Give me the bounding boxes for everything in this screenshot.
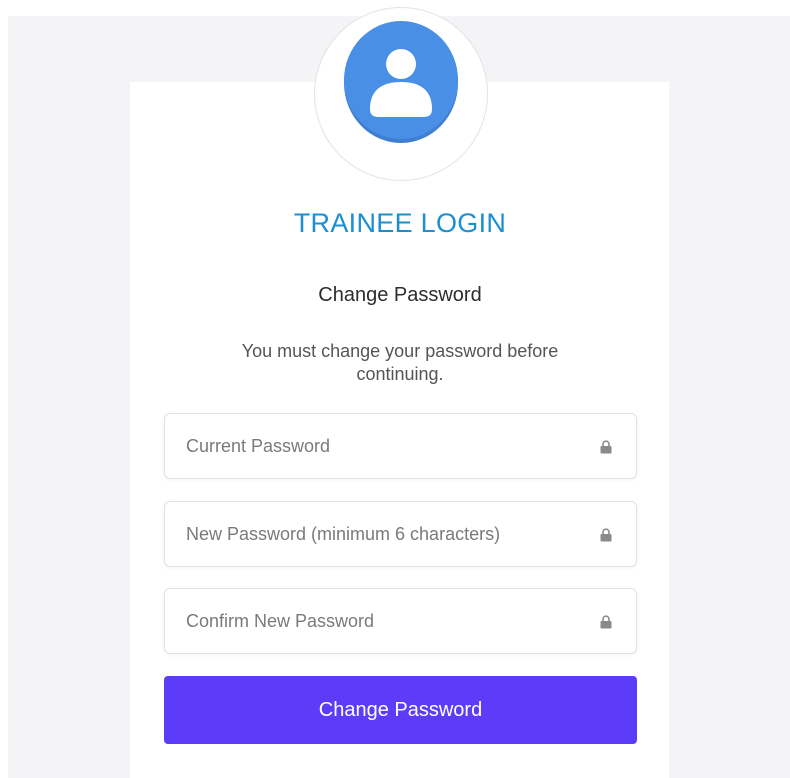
confirm-password-input[interactable]	[165, 589, 636, 653]
instruction-message: You must change your password before con…	[241, 341, 559, 384]
lock-icon	[600, 615, 612, 629]
current-password-field	[164, 413, 637, 479]
lock-icon	[600, 440, 612, 454]
lock-icon	[600, 528, 612, 542]
page-title: TRAINEE LOGIN	[293, 208, 507, 238]
user-avatar-icon	[342, 20, 460, 150]
new-password-input[interactable]	[165, 502, 636, 566]
change-password-button[interactable]: Change Password	[164, 676, 637, 744]
form-subtitle: Change Password	[318, 284, 482, 306]
avatar-ring	[314, 7, 488, 181]
new-password-field	[164, 501, 637, 567]
confirm-password-field	[164, 588, 637, 654]
current-password-input[interactable]	[165, 414, 636, 478]
